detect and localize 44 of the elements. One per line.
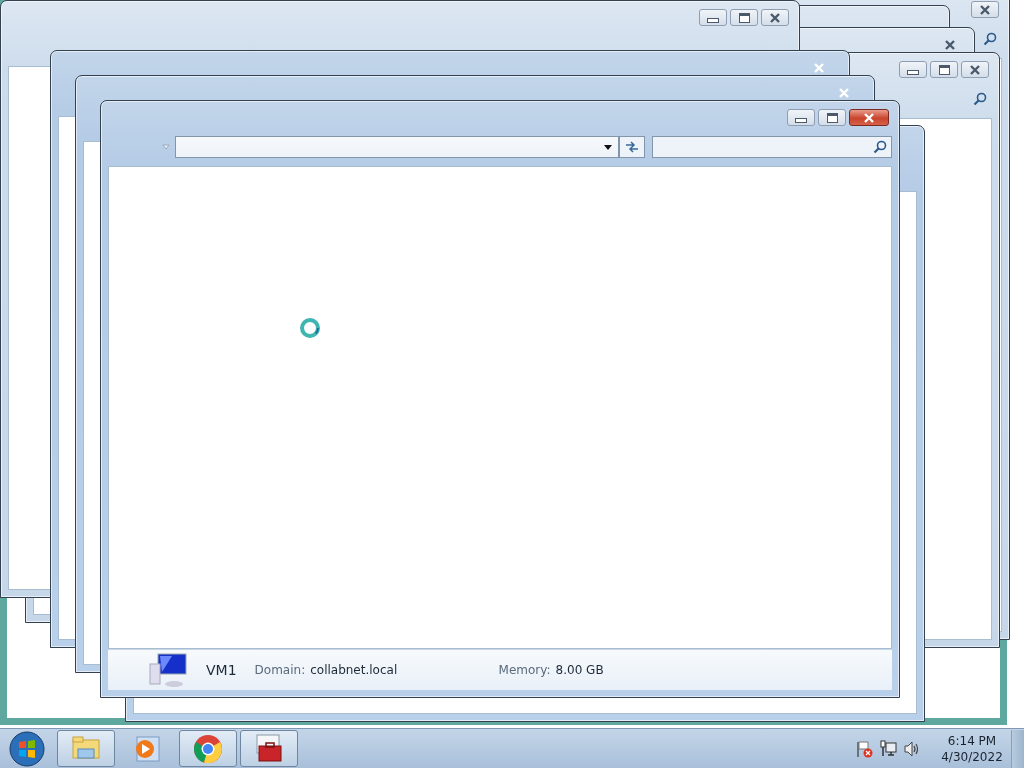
clock-time: 6:14 PM xyxy=(947,732,997,749)
clock-date: 4/30/2022 xyxy=(941,748,1003,765)
flag-error-icon xyxy=(855,739,873,758)
field-value: collabnet.local xyxy=(310,663,398,677)
close-icon xyxy=(769,12,781,23)
speaker-icon xyxy=(903,739,921,758)
field-value: 8.00 GB xyxy=(555,663,604,677)
close-icon xyxy=(813,62,825,73)
close-icon xyxy=(838,87,850,98)
network-icon xyxy=(879,739,897,758)
field-label: Domain: xyxy=(254,663,306,677)
clock[interactable]: 6:14 PM 4/30/2022 xyxy=(937,732,1007,765)
search-icon xyxy=(983,32,997,46)
refresh-button[interactable] xyxy=(619,136,645,158)
maximize-button[interactable] xyxy=(730,9,758,26)
maximize-button[interactable] xyxy=(930,61,958,78)
search-field[interactable] xyxy=(652,136,892,158)
browser-icon xyxy=(192,732,224,765)
taskbar-button[interactable] xyxy=(179,730,237,767)
close-icon xyxy=(969,64,981,75)
search-icon xyxy=(873,140,887,154)
close-button[interactable] xyxy=(849,109,889,126)
close-button[interactable] xyxy=(971,1,999,18)
minimize-button[interactable] xyxy=(699,9,727,26)
taskbar-button[interactable] xyxy=(57,730,115,767)
computer-name: VM1 xyxy=(206,662,237,678)
maximize-button[interactable] xyxy=(818,109,846,126)
address-field[interactable] xyxy=(175,136,619,158)
search-icon xyxy=(973,92,987,106)
close-button[interactable] xyxy=(961,61,989,78)
minimize-button[interactable] xyxy=(787,109,815,126)
toolbox-icon xyxy=(253,732,285,765)
caret-icon xyxy=(604,144,612,150)
busy-cursor-icon xyxy=(299,317,321,339)
close-button[interactable] xyxy=(761,9,789,26)
field-label: Memory: xyxy=(498,663,551,677)
taskbar-button[interactable] xyxy=(240,730,298,767)
close-icon xyxy=(979,4,991,15)
minimize-button[interactable] xyxy=(899,61,927,78)
dropdown-icon xyxy=(162,144,170,150)
refresh-icon xyxy=(625,141,639,153)
close-icon xyxy=(944,39,956,50)
windows-logo-icon xyxy=(9,730,45,767)
close-icon xyxy=(863,112,875,123)
